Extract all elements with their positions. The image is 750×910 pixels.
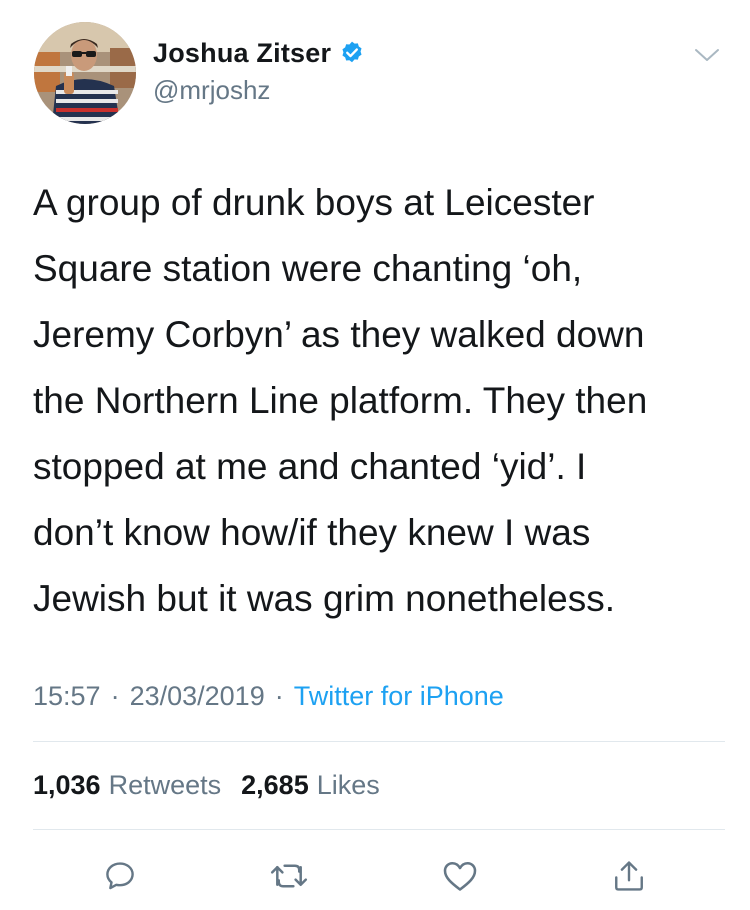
reply-icon <box>106 862 134 890</box>
tweet-text-line: Square station were chanting ‘oh, <box>33 248 583 289</box>
author-name-row: Joshua Zitser <box>153 36 365 70</box>
likes-stat[interactable]: 2,685 Likes <box>241 770 380 801</box>
share-icon <box>615 861 643 891</box>
action-bar <box>0 846 750 906</box>
heart-icon <box>443 861 477 891</box>
reply-button[interactable] <box>96 852 144 900</box>
likes-count: 2,685 <box>241 769 309 800</box>
tweet-text-line: A group of drunk boys at Leicester <box>33 182 595 223</box>
retweets-label: Retweets <box>108 769 222 800</box>
tweet-stats: 1,036 Retweets 2,685 Likes <box>33 765 380 805</box>
tweet-text-line: stopped at me and chanted ‘yid’. I <box>33 446 587 487</box>
meta-separator: · <box>274 680 284 711</box>
tweet-text-line: Jeremy Corbyn’ as they walked down <box>33 314 645 355</box>
divider <box>33 741 725 742</box>
tweet-card: Joshua Zitser @mrjoshz A group of drunk … <box>0 0 750 910</box>
share-button[interactable] <box>605 852 653 900</box>
verified-badge-icon <box>342 41 362 63</box>
tweet-text-line: the Northern Line platform. They then <box>33 380 648 421</box>
retweets-count: 1,036 <box>33 769 101 800</box>
likes-label: Likes <box>316 769 380 800</box>
divider <box>33 829 725 830</box>
avatar-image <box>34 22 136 124</box>
retweets-stat[interactable]: 1,036 Retweets <box>33 770 221 801</box>
tweet-text-line: don’t know how/if they knew I was <box>33 512 591 553</box>
avatar[interactable] <box>34 22 136 124</box>
retweet-icon <box>270 864 308 888</box>
tweet-text: A group of drunk boys at Leicester Squar… <box>33 170 733 632</box>
retweet-button[interactable] <box>265 852 313 900</box>
tweet-source-link[interactable]: Twitter for iPhone <box>294 681 504 712</box>
display-name[interactable]: Joshua Zitser <box>153 38 331 69</box>
tweet-date: 23/03/2019 <box>129 680 265 711</box>
meta-separator: · <box>110 680 120 711</box>
like-button[interactable] <box>436 852 484 900</box>
user-handle[interactable]: @mrjoshz <box>153 75 270 106</box>
more-options-button[interactable] <box>692 44 722 66</box>
tweet-text-line: Jewish but it was grim nonetheless. <box>33 578 615 619</box>
tweet-meta: 15:57 · 23/03/2019 · Twitter for iPhone <box>33 676 504 716</box>
tweet-time: 15:57 <box>33 680 101 711</box>
chevron-down-icon <box>695 49 719 61</box>
